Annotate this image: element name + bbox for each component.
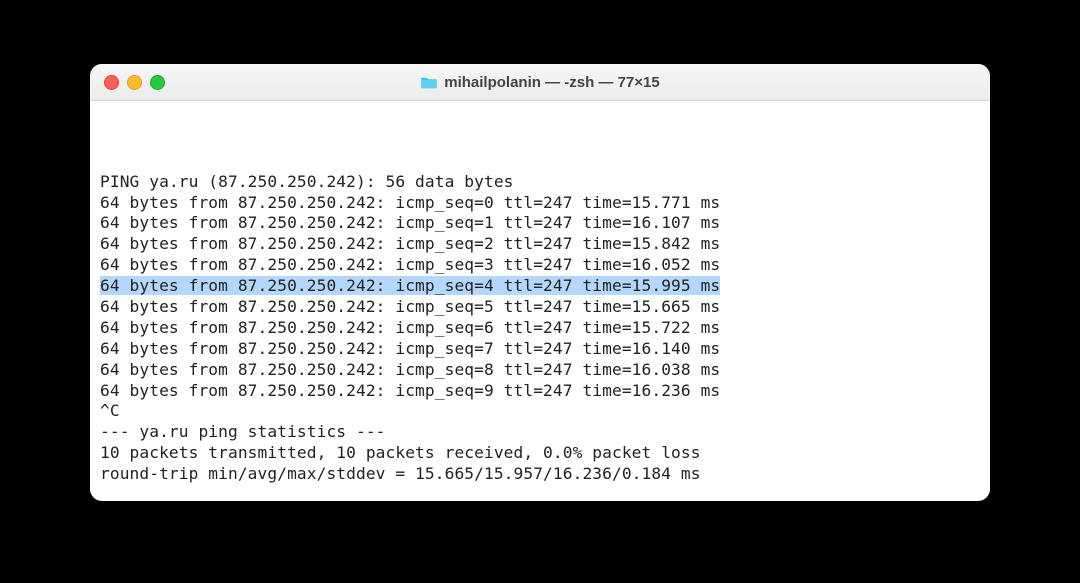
interrupt: ^C (100, 401, 980, 422)
traffic-lights (90, 75, 165, 90)
ping-response: 64 bytes from 87.250.250.242: icmp_seq=7… (100, 339, 980, 360)
window-title-text: mihailpolanin — -zsh — 77×15 (444, 74, 659, 91)
ping-response: 64 bytes from 87.250.250.242: icmp_seq=2… (100, 234, 980, 255)
ping-response: 64 bytes from 87.250.250.242: icmp_seq=4… (100, 276, 980, 297)
home-folder-icon (420, 75, 438, 89)
maximize-button[interactable] (150, 75, 165, 90)
ping-response: 64 bytes from 87.250.250.242: icmp_seq=0… (100, 193, 980, 214)
stats-packets: 10 packets transmitted, 10 packets recei… (100, 443, 980, 464)
minimize-button[interactable] (127, 75, 142, 90)
stats-header: --- ya.ru ping statistics --- (100, 422, 980, 443)
ping-response: 64 bytes from 87.250.250.242: icmp_seq=1… (100, 213, 980, 234)
ping-response: 64 bytes from 87.250.250.242: icmp_seq=6… (100, 318, 980, 339)
ping-response: 64 bytes from 87.250.250.242: icmp_seq=3… (100, 255, 980, 276)
window-title: mihailpolanin — -zsh — 77×15 (90, 74, 990, 91)
terminal-window: mihailpolanin — -zsh — 77×15 PING ya.ru … (90, 64, 990, 501)
terminal-output[interactable]: PING ya.ru (87.250.250.242): 56 data byt… (90, 101, 990, 501)
stats-roundtrip: round-trip min/avg/max/stddev = 15.665/1… (100, 464, 980, 485)
close-button[interactable] (104, 75, 119, 90)
highlighted-text: 64 bytes from 87.250.250.242: icmp_seq=4… (100, 276, 720, 295)
ping-response: 64 bytes from 87.250.250.242: icmp_seq=8… (100, 360, 980, 381)
ping-response: 64 bytes from 87.250.250.242: icmp_seq=9… (100, 381, 980, 402)
titlebar[interactable]: mihailpolanin — -zsh — 77×15 (90, 64, 990, 101)
ping-response: 64 bytes from 87.250.250.242: icmp_seq=5… (100, 297, 980, 318)
ping-header: PING ya.ru (87.250.250.242): 56 data byt… (100, 172, 980, 193)
